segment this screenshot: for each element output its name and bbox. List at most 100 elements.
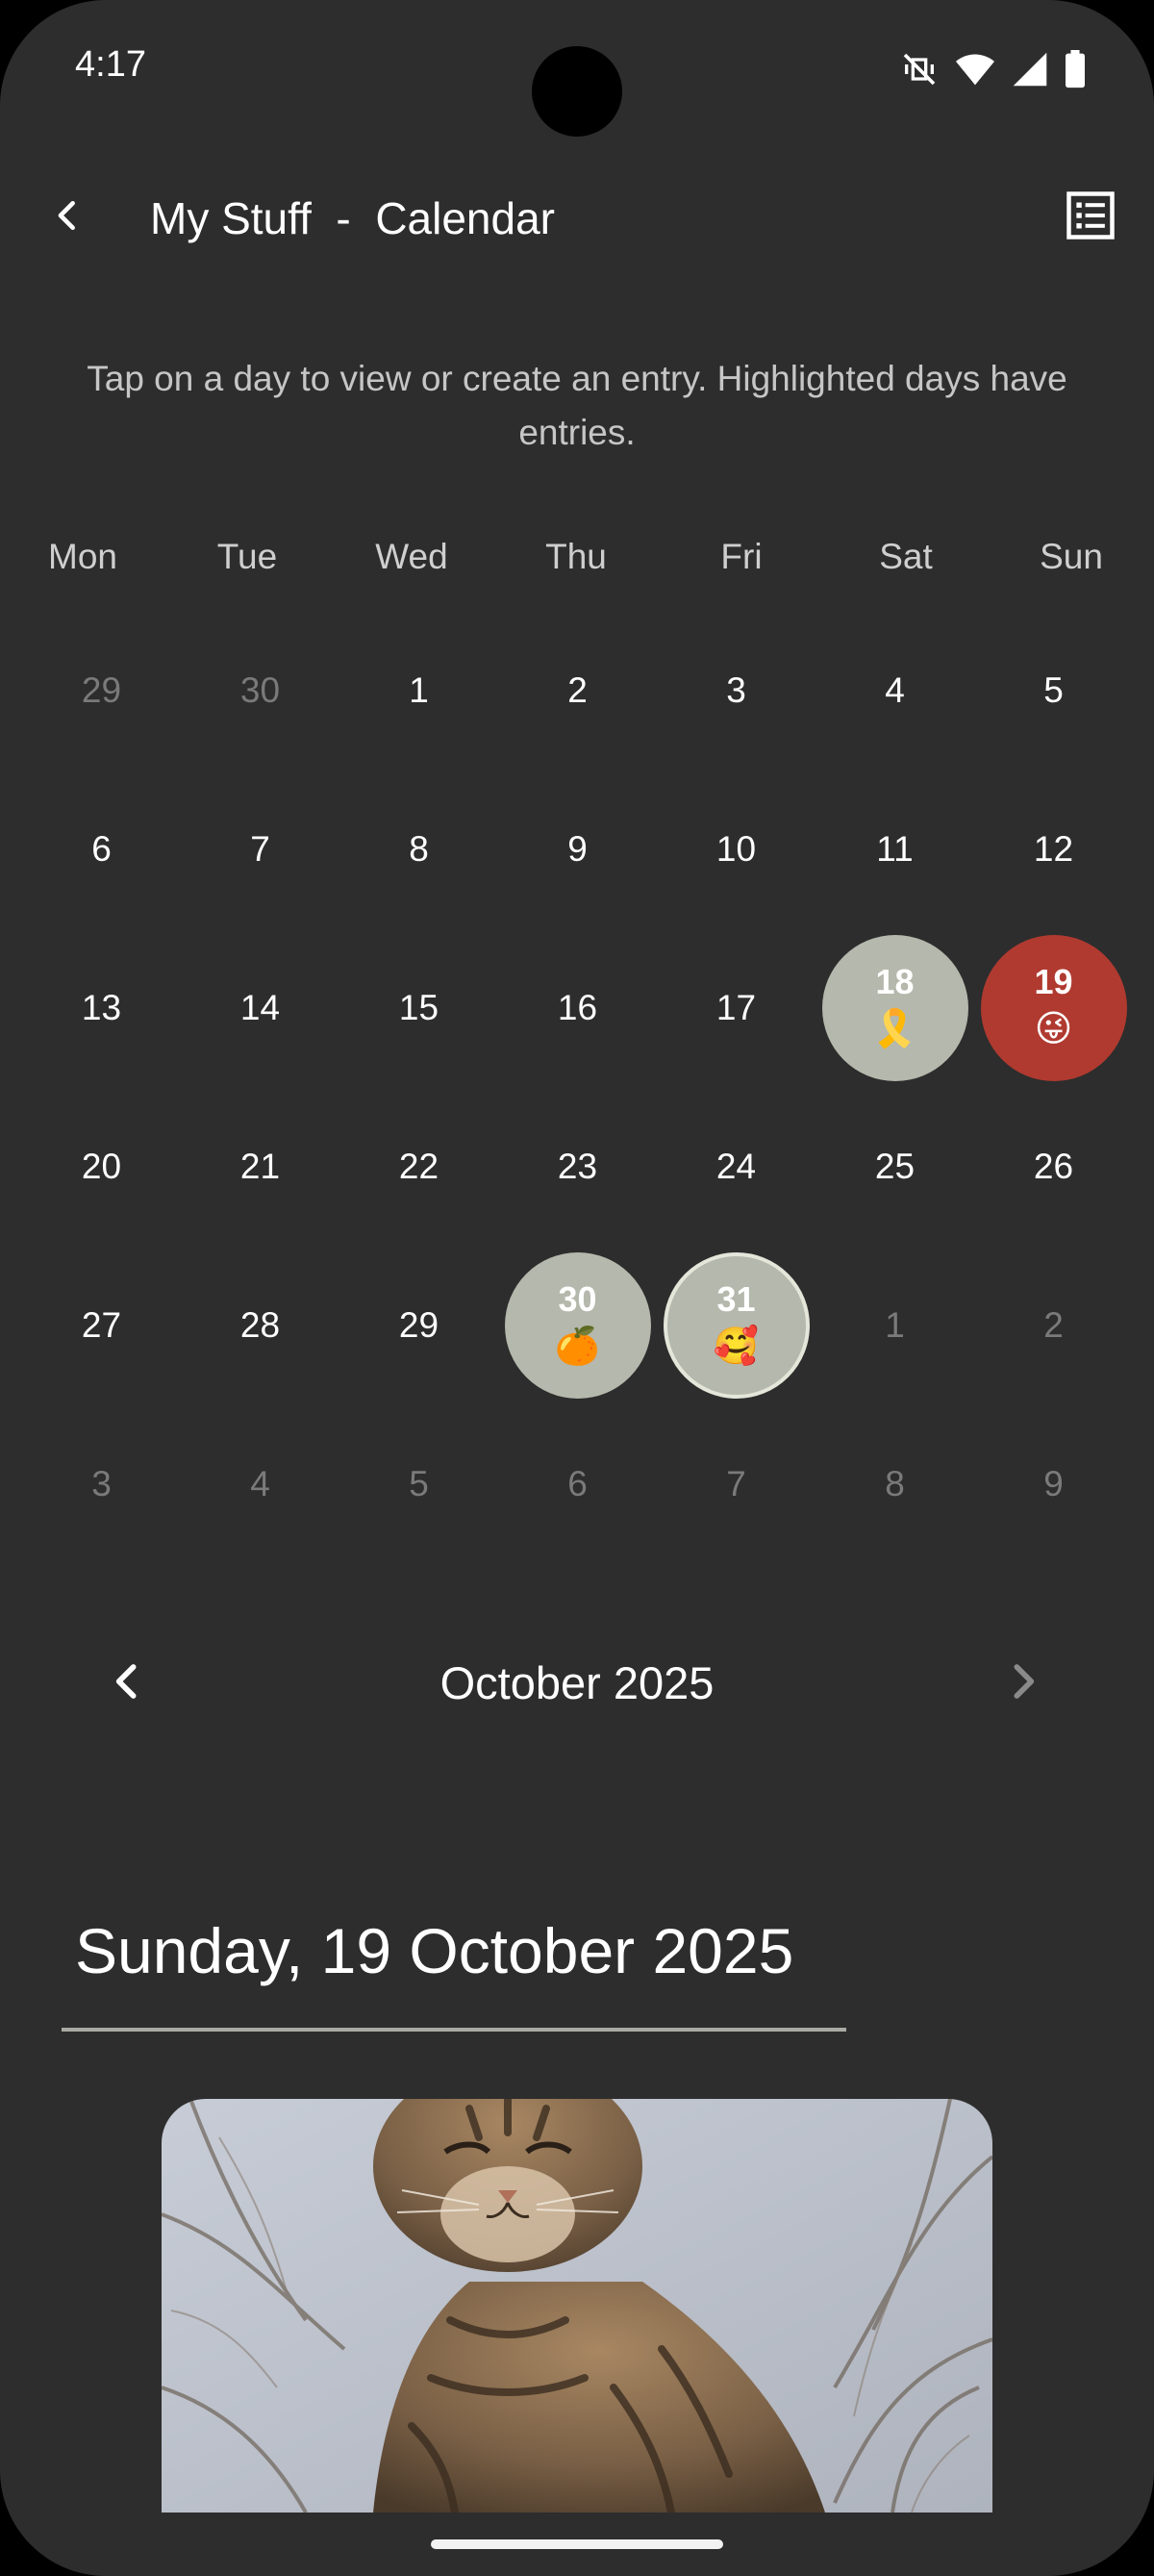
weekday-header: Mon Tue Wed Thu Fri Sat Sun xyxy=(0,537,1154,591)
calendar-day[interactable]: 2 xyxy=(498,611,657,770)
day-number: 25 xyxy=(874,1146,916,1186)
month-navigation: October 2025 xyxy=(0,1645,1154,1722)
day-number: 22 xyxy=(398,1146,439,1186)
calendar-day-with-entry[interactable]: 18 🎗️ xyxy=(815,928,974,1087)
month-label: October 2025 xyxy=(439,1657,715,1708)
calendar-day[interactable]: 21 xyxy=(181,1087,339,1246)
day-number: 26 xyxy=(1033,1146,1074,1186)
list-view-button[interactable] xyxy=(1062,189,1119,246)
vibrate-off-icon xyxy=(900,50,939,88)
day-number: 30 xyxy=(239,669,281,710)
day-number: 3 xyxy=(91,1463,112,1503)
weekday-tue: Tue xyxy=(216,537,278,576)
calendar-day[interactable]: 24 xyxy=(657,1087,815,1246)
day-number: 28 xyxy=(239,1304,281,1345)
weekday-sat: Sat xyxy=(879,537,933,576)
app-title: My Stuff - Calendar xyxy=(150,193,555,243)
calendar-day[interactable]: 3 xyxy=(657,611,815,770)
calendar-day[interactable]: 7 xyxy=(657,1404,815,1563)
calendar-day-with-entry[interactable]: 19 😜 xyxy=(974,928,1133,1087)
instructions-text: Tap on a day to view or create an entry.… xyxy=(87,359,1067,452)
calendar-day[interactable]: 4 xyxy=(815,611,974,770)
calendar-day-with-entry[interactable]: 30 🍊 xyxy=(498,1246,657,1404)
calendar-day[interactable]: 23 xyxy=(498,1087,657,1246)
day-number: 6 xyxy=(567,1463,588,1503)
calendar-grid: 29 30 1 2 3 4 5 6 7 8 9 10 11 12 13 14 15 16 17 18 🎗️ 19 😜 20 21… xyxy=(22,611,1132,1563)
chevron-left-icon xyxy=(108,1660,146,1707)
calendar-day[interactable]: 29 xyxy=(339,1246,498,1404)
entry-day-marker: 30 🍊 xyxy=(504,1251,651,1399)
calendar-day[interactable]: 22 xyxy=(339,1087,498,1246)
weekday-mon: Mon xyxy=(48,537,117,576)
date-divider xyxy=(62,2028,846,2032)
day-number: 2 xyxy=(1043,1304,1064,1345)
calendar-day[interactable]: 17 xyxy=(657,928,815,1087)
calendar-day[interactable]: 8 xyxy=(815,1404,974,1563)
weekday-sun: Sun xyxy=(1040,537,1103,576)
day-number: 2 xyxy=(567,669,588,710)
calendar-day[interactable]: 8 xyxy=(339,770,498,928)
calendar-day[interactable]: 26 xyxy=(974,1087,1133,1246)
calendar-day[interactable]: 1 xyxy=(815,1246,974,1404)
signal-icon xyxy=(1012,51,1048,88)
calendar-day[interactable]: 20 xyxy=(22,1087,181,1246)
mood-emoji-icon: 🥰 xyxy=(713,1326,760,1367)
selected-date-title: Sunday, 19 October 2025 xyxy=(75,1915,794,1986)
day-number: 5 xyxy=(1043,669,1064,710)
day-number: 17 xyxy=(715,987,757,1027)
calendar-day[interactable]: 15 xyxy=(339,928,498,1087)
day-number: 8 xyxy=(885,1463,905,1503)
status-icons xyxy=(900,50,1087,88)
calendar-day[interactable]: 12 xyxy=(974,770,1133,928)
calendar-day-with-entry[interactable]: 31 🥰 xyxy=(657,1246,815,1404)
calendar-day[interactable]: 9 xyxy=(498,770,657,928)
calendar-day[interactable]: 27 xyxy=(22,1246,181,1404)
calendar-day[interactable]: 9 xyxy=(974,1404,1133,1563)
day-number: 1 xyxy=(885,1304,905,1345)
calendar-day[interactable]: 6 xyxy=(22,770,181,928)
camera-cutout xyxy=(532,46,622,137)
previous-month-button[interactable] xyxy=(96,1653,158,1714)
list-view-icon xyxy=(1065,189,1116,246)
day-number: 10 xyxy=(715,828,757,869)
calendar-day[interactable]: 2 xyxy=(974,1246,1133,1404)
entry-day-marker: 18 🎗️ xyxy=(821,934,968,1081)
battery-icon xyxy=(1064,50,1087,88)
back-button[interactable] xyxy=(38,189,96,246)
calendar-day[interactable]: 5 xyxy=(339,1404,498,1563)
entry-photo[interactable] xyxy=(162,2099,992,2513)
calendar-day[interactable]: 14 xyxy=(181,928,339,1087)
calendar-day[interactable]: 25 xyxy=(815,1087,974,1246)
calendar-day[interactable]: 10 xyxy=(657,770,815,928)
day-number: 4 xyxy=(885,669,905,710)
calendar-day[interactable]: 13 xyxy=(22,928,181,1087)
home-indicator[interactable] xyxy=(431,2539,723,2549)
day-number: 29 xyxy=(81,669,122,710)
entry-day-marker: 31 🥰 xyxy=(663,1251,810,1399)
calendar-day[interactable]: 3 xyxy=(22,1404,181,1563)
weekday-wed: Wed xyxy=(375,537,448,576)
mood-emoji-icon: 😜 xyxy=(1034,1008,1073,1049)
day-number: 4 xyxy=(250,1463,270,1503)
calendar-day[interactable]: 4 xyxy=(181,1404,339,1563)
chevron-right-icon xyxy=(1004,1660,1042,1707)
calendar-day[interactable]: 28 xyxy=(181,1246,339,1404)
mood-emoji-icon: 🍊 xyxy=(554,1326,601,1367)
day-number: 13 xyxy=(81,987,122,1027)
next-month-button[interactable] xyxy=(992,1653,1054,1714)
day-number: 23 xyxy=(557,1146,598,1186)
wifi-icon xyxy=(954,50,996,88)
calendar-day[interactable]: 5 xyxy=(974,611,1133,770)
day-number: 30 xyxy=(558,1278,597,1319)
calendar-day[interactable]: 11 xyxy=(815,770,974,928)
calendar-day[interactable]: 30 xyxy=(181,611,339,770)
calendar-day[interactable]: 7 xyxy=(181,770,339,928)
calendar-day[interactable]: 6 xyxy=(498,1404,657,1563)
day-number: 3 xyxy=(726,669,746,710)
back-arrow-icon xyxy=(51,199,84,237)
calendar-day[interactable]: 1 xyxy=(339,611,498,770)
calendar-day[interactable]: 16 xyxy=(498,928,657,1087)
day-number: 14 xyxy=(239,987,281,1027)
calendar-day[interactable]: 29 xyxy=(22,611,181,770)
day-number: 1 xyxy=(409,669,429,710)
